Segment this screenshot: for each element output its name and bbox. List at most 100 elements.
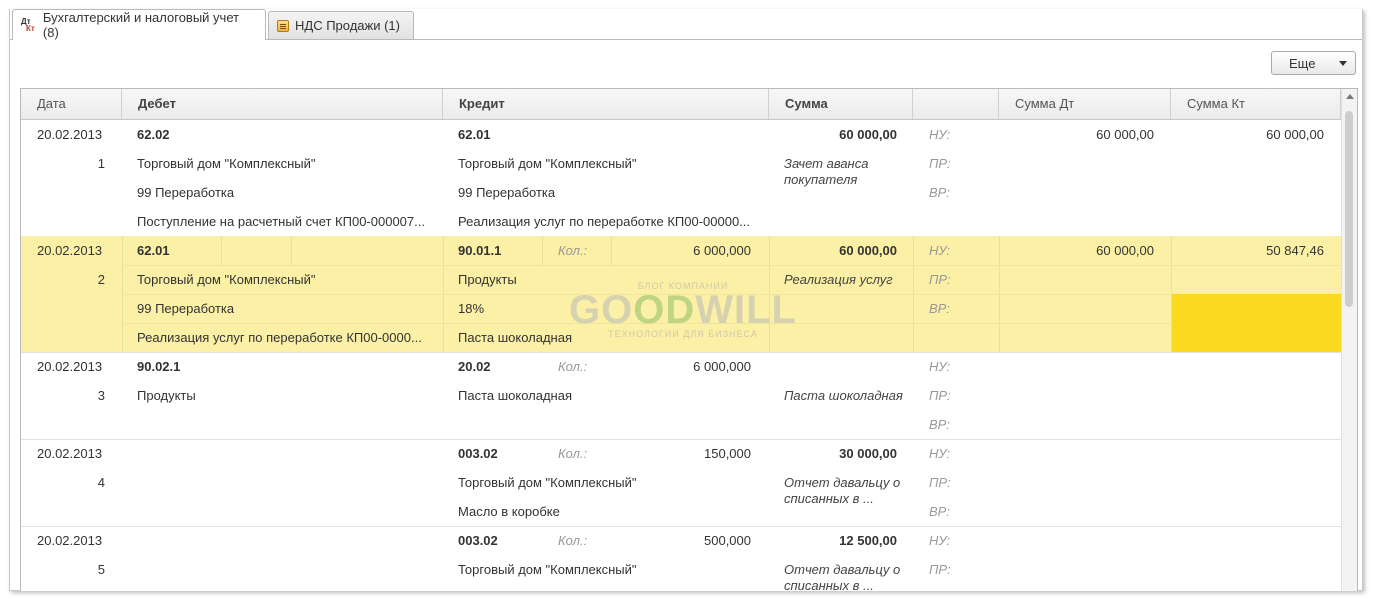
- credit-quantity: 500,000: [704, 533, 751, 548]
- debit-subconto-1: Продукты: [137, 388, 196, 403]
- debit-account: 90.02.1: [137, 359, 181, 374]
- table-row[interactable]: 20.02.2013 4 003.02 Кол.: 150,000 Торгов…: [21, 439, 1341, 527]
- sum-dt-nu: 60 000,00: [1096, 127, 1154, 142]
- tab-accounting[interactable]: Дт Кт Бухгалтерский и налоговый учет (8): [12, 9, 266, 40]
- column-header-sum-dt[interactable]: Сумма Дт: [999, 89, 1171, 119]
- credit-account: 003.02: [458, 533, 498, 548]
- column-header-sum[interactable]: Сумма: [769, 89, 913, 119]
- debit-subconto-2[interactable]: 99 Переработка: [137, 294, 234, 323]
- entry-date: 20.02.2013: [37, 446, 103, 461]
- debit-account[interactable]: 62.01: [137, 236, 170, 265]
- label-vr: ВР:: [929, 417, 950, 432]
- more-button[interactable]: Еще: [1271, 51, 1356, 75]
- label-qty: Кол.:: [558, 533, 588, 548]
- entry-date: 20.02.2013: [37, 533, 103, 548]
- debit-subconto-2: 99 Переработка: [137, 185, 235, 200]
- column-header-credit[interactable]: Кредит: [443, 89, 769, 119]
- entry-number: 5: [97, 562, 105, 577]
- column-header-debit[interactable]: Дебет: [122, 89, 443, 119]
- credit-subconto-1: Торговый дом "Комплексный": [458, 562, 637, 577]
- label-nu: НУ:: [929, 359, 951, 374]
- credit-account: 003.02: [458, 446, 498, 461]
- entry-content: Зачет аванса покупателя: [784, 156, 869, 187]
- credit-subconto-1[interactable]: Продукты: [458, 265, 517, 294]
- label-pr: ПР:: [929, 388, 951, 403]
- label-nu: НУ:: [929, 127, 951, 142]
- label-vr: ВР:: [929, 504, 950, 519]
- debit-subconto-3[interactable]: Реализация услуг по переработке КП00-000…: [137, 323, 437, 352]
- tab-accounting-label: Бухгалтерский и налоговый учет (8): [42, 10, 240, 40]
- table-row[interactable]: 20.02.2013 3 90.02.1 Продукты 20.02 Кол.…: [21, 352, 1341, 440]
- scroll-up-icon[interactable]: [1346, 94, 1354, 99]
- entry-number: 2: [97, 272, 105, 287]
- credit-subconto-3: Реализация услуг по переработке КП00-000…: [458, 214, 751, 229]
- tab-vat-sales-label: НДС Продажи (1): [295, 18, 400, 33]
- entries-table: Дата Дебет Кредит Сумма Сумма Дт Сумма К…: [20, 88, 1358, 591]
- label-pr: ПР:: [929, 156, 951, 171]
- credit-subconto-1: Паста шоколадная: [458, 388, 573, 403]
- label-pr: ПР:: [929, 475, 951, 490]
- entry-number: 3: [97, 388, 105, 403]
- tab-vat-sales[interactable]: НДС Продажи (1): [268, 11, 414, 39]
- document-window: Дт Кт Бухгалтерский и налоговый учет (8)…: [9, 9, 1363, 591]
- entry-date: 20.02.2013: [37, 359, 103, 374]
- entry-content: Отчет давальцу о списанных в ...: [784, 562, 901, 591]
- entry-sum[interactable]: 60 000,00: [781, 236, 897, 265]
- credit-subconto-2[interactable]: 18%: [458, 294, 484, 323]
- debit-account: 62.02: [137, 127, 170, 142]
- entry-sum: 30 000,00: [839, 446, 897, 461]
- credit-account[interactable]: 90.01.1: [458, 236, 501, 265]
- credit-quantity[interactable]: 6 000,000: [621, 236, 751, 265]
- credit-subconto-2: Масло в коробке: [458, 504, 560, 519]
- column-header-sum-kt[interactable]: Сумма Кт: [1171, 89, 1341, 119]
- debit-subconto-3: Поступление на расчетный счет КП00-00000…: [137, 214, 425, 229]
- entry-date: 20.02.2013: [37, 127, 103, 142]
- credit-subconto-2: 99 Переработка: [458, 185, 556, 200]
- entry-sum: 60 000,00: [839, 127, 897, 142]
- label-nu: НУ:: [929, 446, 951, 461]
- entry-number: 1: [97, 156, 105, 171]
- table-row[interactable]: 20.02.2013 5 003.02 Кол.: 500,000 Торгов…: [21, 526, 1341, 591]
- tab-bar: Дт Кт Бухгалтерский и налоговый учет (8)…: [10, 9, 1362, 40]
- scrollbar-thumb[interactable]: [1345, 111, 1353, 307]
- credit-account: 62.01: [458, 127, 491, 142]
- credit-subconto-1: Торговый дом "Комплексный": [458, 475, 637, 490]
- table-row[interactable]: 20.02.2013 1 62.02 Торговый дом "Комплек…: [21, 120, 1341, 237]
- highlighted-cell[interactable]: [1172, 294, 1341, 352]
- table-header: Дата Дебет Кредит Сумма Сумма Дт Сумма К…: [21, 89, 1341, 120]
- entry-content[interactable]: Реализация услуг: [784, 272, 904, 292]
- debit-subconto-1[interactable]: Торговый дом "Комплексный": [137, 265, 316, 294]
- column-header-date[interactable]: Дата: [21, 89, 122, 119]
- label-nu: НУ:: [929, 533, 951, 548]
- sum-kt-nu: 60 000,00: [1266, 127, 1324, 142]
- sum-dt-nu[interactable]: 60 000,00: [1011, 236, 1154, 265]
- chevron-down-icon: [1339, 61, 1347, 66]
- sum-kt-nu[interactable]: 50 847,46: [1181, 236, 1324, 265]
- more-button-label: Еще: [1289, 55, 1316, 71]
- label-vr: ВР:: [929, 185, 950, 200]
- dt-kt-icon-bottom: Кт: [26, 24, 35, 33]
- label-qty: Кол.:: [558, 359, 588, 374]
- label-qty: Кол.:: [558, 243, 588, 258]
- debit-subconto-1: Торговый дом "Комплексный": [137, 156, 316, 171]
- vertical-scrollbar[interactable]: [1341, 89, 1357, 591]
- credit-subconto-1: Торговый дом "Комплексный": [458, 156, 637, 171]
- entry-content: Паста шоколадная: [784, 388, 903, 403]
- credit-account: 20.02: [458, 359, 491, 374]
- entry-number: 4: [97, 475, 105, 490]
- label-pr: ПР:: [929, 272, 951, 287]
- entry-date: 20.02.2013: [37, 243, 103, 258]
- document-icon: [277, 19, 289, 32]
- credit-subconto-3[interactable]: Паста шоколадная: [458, 323, 572, 352]
- label-nu: НУ:: [929, 243, 951, 258]
- column-header-blank[interactable]: [913, 89, 999, 119]
- label-vr: ВР:: [929, 301, 950, 316]
- dt-kt-icon: Дт Кт: [21, 18, 37, 33]
- label-qty: Кол.:: [558, 446, 588, 461]
- credit-quantity: 150,000: [704, 446, 751, 461]
- entry-content: Отчет давальцу о списанных в ...: [784, 475, 901, 506]
- label-pr: ПР:: [929, 562, 951, 577]
- credit-quantity: 6 000,000: [693, 359, 751, 374]
- table-row-selected[interactable]: 20.02.2013 2 62.01 Торговый дом "Комплек…: [21, 236, 1341, 353]
- entry-sum: 12 500,00: [839, 533, 897, 548]
